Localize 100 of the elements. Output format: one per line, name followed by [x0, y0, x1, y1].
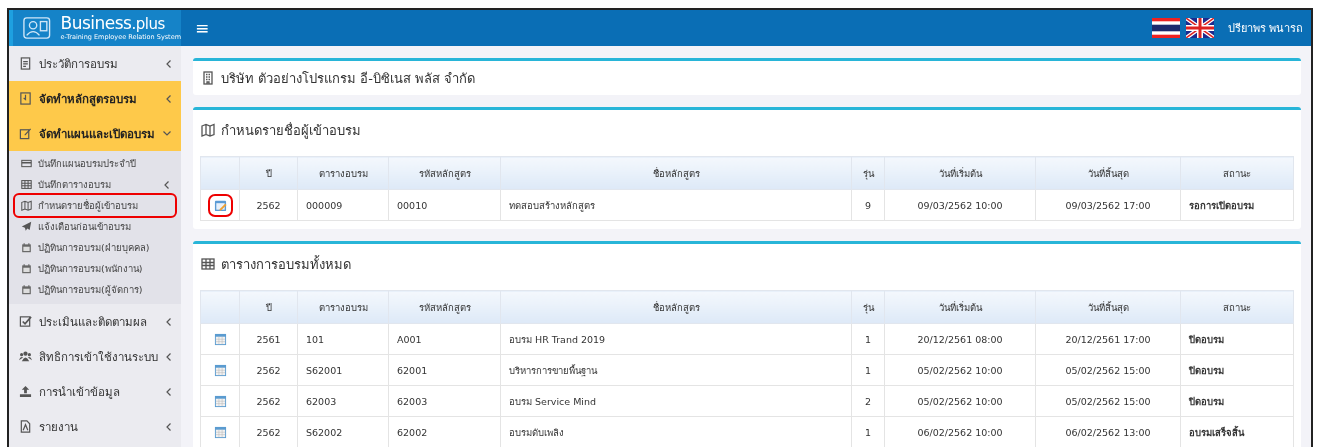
submenu-item[interactable]: บันทึกตารางอบรม: [15, 174, 175, 195]
table-cell: 05/02/2562 15:00: [1035, 354, 1181, 386]
table-cell: 05/02/2562 10:00: [884, 354, 1036, 386]
sidebar-item[interactable]: รายงาน: [9, 409, 181, 444]
table-cell: 9: [851, 189, 885, 221]
column-header: วันที่สิ้นสุด: [1035, 156, 1181, 190]
table-cell: 09/03/2562 10:00: [884, 189, 1036, 221]
checkbox-icon: [19, 315, 32, 328]
sidebar-item[interactable]: จัดทำแผนและเปิดอบรม: [9, 116, 181, 151]
submenu-item[interactable]: กำหนดรายชื่อผู้เข้าอบรม: [15, 195, 175, 216]
table-icon: [201, 257, 215, 271]
column-header: รหัสหลักสูตร: [388, 156, 501, 190]
sidebar-item[interactable]: การนำเข้าข้อมูล: [9, 374, 181, 409]
menu-toggle[interactable]: ≡: [191, 18, 214, 38]
table-cell: ปิดอบรม: [1180, 323, 1294, 355]
submenu-item[interactable]: ปฏิทินการอบรม(ฝ่ายบุคคล): [15, 237, 175, 258]
logo-title: Business.plus: [60, 15, 166, 33]
column-header: สถานะ: [1180, 290, 1294, 324]
table-cell: ทดสอบสร้างหลักสูตร: [500, 189, 852, 221]
calendar-icon: [21, 242, 32, 253]
column-header: ปี: [239, 156, 298, 190]
thai-flag-icon[interactable]: [1151, 18, 1180, 38]
table-cell: 1: [851, 323, 885, 355]
chevron-left-icon: [166, 352, 171, 361]
table-cell: 62003: [388, 385, 501, 417]
table-icon: [21, 179, 32, 190]
table-cell: A001: [388, 323, 501, 355]
submenu-item[interactable]: แจ้งเตือนก่อนเข้าอบรม: [15, 216, 175, 237]
table-cell: 2562: [239, 354, 298, 386]
calendar-icon: [21, 263, 32, 274]
sidebar-item[interactable]: ประเมินและติดตามผล: [9, 304, 181, 339]
edit-icon: [19, 127, 32, 140]
table-cell: 2562: [239, 189, 298, 221]
table-cell: 20/12/2561 17:00: [1035, 323, 1181, 355]
chevron-left-icon: [166, 422, 171, 431]
column-header: ตารางอบรม: [297, 156, 389, 190]
map-icon: [201, 123, 215, 137]
pdf-file-icon: [19, 420, 32, 433]
submenu-item[interactable]: บันทึกแผนอบรมประจำปี: [15, 153, 175, 174]
submenu-item[interactable]: ปฏิทินการอบรม(ผู้จัดการ): [15, 279, 175, 300]
user-name[interactable]: ปรียาพร พนารถ: [1227, 19, 1303, 37]
submenu-item[interactable]: ปฏิทินการอบรม(พนักงาน): [15, 258, 175, 279]
building-icon: [201, 71, 215, 85]
card-title: กำหนดรายชื่อผู้เข้าอบรม: [221, 121, 361, 141]
table-cell: อบรม Service Mind: [500, 385, 852, 417]
table-cell: 101: [297, 323, 389, 355]
map-icon: [21, 200, 32, 211]
column-header: สถานะ: [1180, 156, 1294, 190]
table-cell: 2: [851, 385, 885, 417]
table-cell: 05/02/2562 15:00: [1035, 385, 1181, 417]
card-title: บริษัท ตัวอย่างโปรแกรม อี-บิซิเนส พลัส จำกัด: [221, 69, 476, 88]
table-cell: 62003: [297, 385, 389, 417]
table-cell: 000009: [297, 189, 389, 221]
upload-icon: [19, 385, 32, 398]
chevron-left-icon: [166, 94, 171, 103]
column-header: วันที่เริ่มต้น: [884, 156, 1036, 190]
table-cell: 1: [851, 354, 885, 386]
paper-plane-icon: [21, 221, 32, 232]
table-cell: อบรม HR Trand 2019: [500, 323, 852, 355]
table-icon: [213, 332, 227, 346]
table-icon: [213, 363, 227, 377]
logo-icon: [23, 16, 51, 40]
column-header: วันที่สิ้นสุด: [1035, 290, 1181, 324]
card-icon: [21, 158, 32, 169]
table-cell: S62001: [297, 354, 389, 386]
table-cell: ปิดอบรม: [1180, 385, 1294, 417]
users-icon: [19, 350, 32, 363]
table-cell: บริหารการขายพื้นฐาน: [500, 354, 852, 386]
table-cell: รอการเปิดอบรม: [1180, 189, 1294, 221]
table-cell: 62001: [388, 354, 501, 386]
table-icon: [213, 394, 227, 408]
chevron-down-icon: [163, 131, 171, 136]
edit-button[interactable]: [209, 195, 231, 215]
chevron-left-icon: [166, 387, 171, 396]
chevron-left-icon: [164, 180, 169, 189]
sidebar-item[interactable]: ประวัติการอบรม: [9, 46, 181, 81]
table-cell: 05/02/2562 10:00: [884, 385, 1036, 417]
document-icon: [19, 57, 32, 70]
column-header: ชื่อหลักสูตร: [500, 156, 852, 190]
sidebar-item[interactable]: จัดทำหลักสูตรอบรม: [9, 81, 181, 116]
column-header: ตารางอบรม: [297, 290, 389, 324]
table-cell: 2562: [239, 385, 298, 417]
sidebar-item[interactable]: สิทธิการเข้าใช้งานระบบ: [9, 339, 181, 374]
calendar-icon: [21, 284, 32, 295]
table-cell: 00010: [388, 189, 501, 221]
column-header: รุ่น: [851, 290, 885, 324]
card-title: ตารางการอบรมทั้งหมด: [221, 254, 351, 274]
chevron-left-icon: [166, 59, 171, 68]
column-header: รุ่น: [851, 156, 885, 190]
column-header: รหัสหลักสูตร: [388, 290, 501, 324]
table-cell: 09/03/2562 17:00: [1035, 189, 1181, 221]
uk-flag-icon[interactable]: [1185, 18, 1214, 38]
table-cell: 20/12/2561 08:00: [884, 323, 1036, 355]
column-header: วันที่เริ่มต้น: [884, 290, 1036, 324]
table-icon: [213, 425, 227, 439]
table-cell: 2561: [239, 323, 298, 355]
column-header: ชื่อหลักสูตร: [500, 290, 852, 324]
column-header: ปี: [239, 290, 298, 324]
chevron-left-icon: [166, 317, 171, 326]
table-cell: ปิดอบรม: [1180, 354, 1294, 386]
